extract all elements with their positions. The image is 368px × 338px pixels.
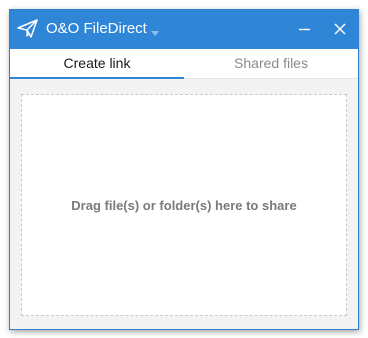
file-drop-zone[interactable]: Drag file(s) or folder(s) here to share xyxy=(21,94,347,316)
tab-shared-files[interactable]: Shared files xyxy=(184,49,358,79)
chevron-down-icon[interactable] xyxy=(150,25,160,36)
window-title: O&O FileDirect xyxy=(46,20,147,37)
minimize-button[interactable] xyxy=(293,18,317,40)
app-window: O&O FileDirect Create link Shared files … xyxy=(9,9,359,330)
tab-bar: Create link Shared files xyxy=(10,49,358,79)
close-button[interactable] xyxy=(328,18,352,40)
drop-zone-hint: Drag file(s) or folder(s) here to share xyxy=(71,197,297,213)
paper-plane-icon xyxy=(16,17,40,41)
close-icon xyxy=(334,23,346,35)
title-bar[interactable]: O&O FileDirect xyxy=(10,10,358,49)
tab-create-link[interactable]: Create link xyxy=(10,49,184,79)
minimize-icon xyxy=(299,28,310,31)
main-content: Drag file(s) or folder(s) here to share xyxy=(10,79,358,329)
